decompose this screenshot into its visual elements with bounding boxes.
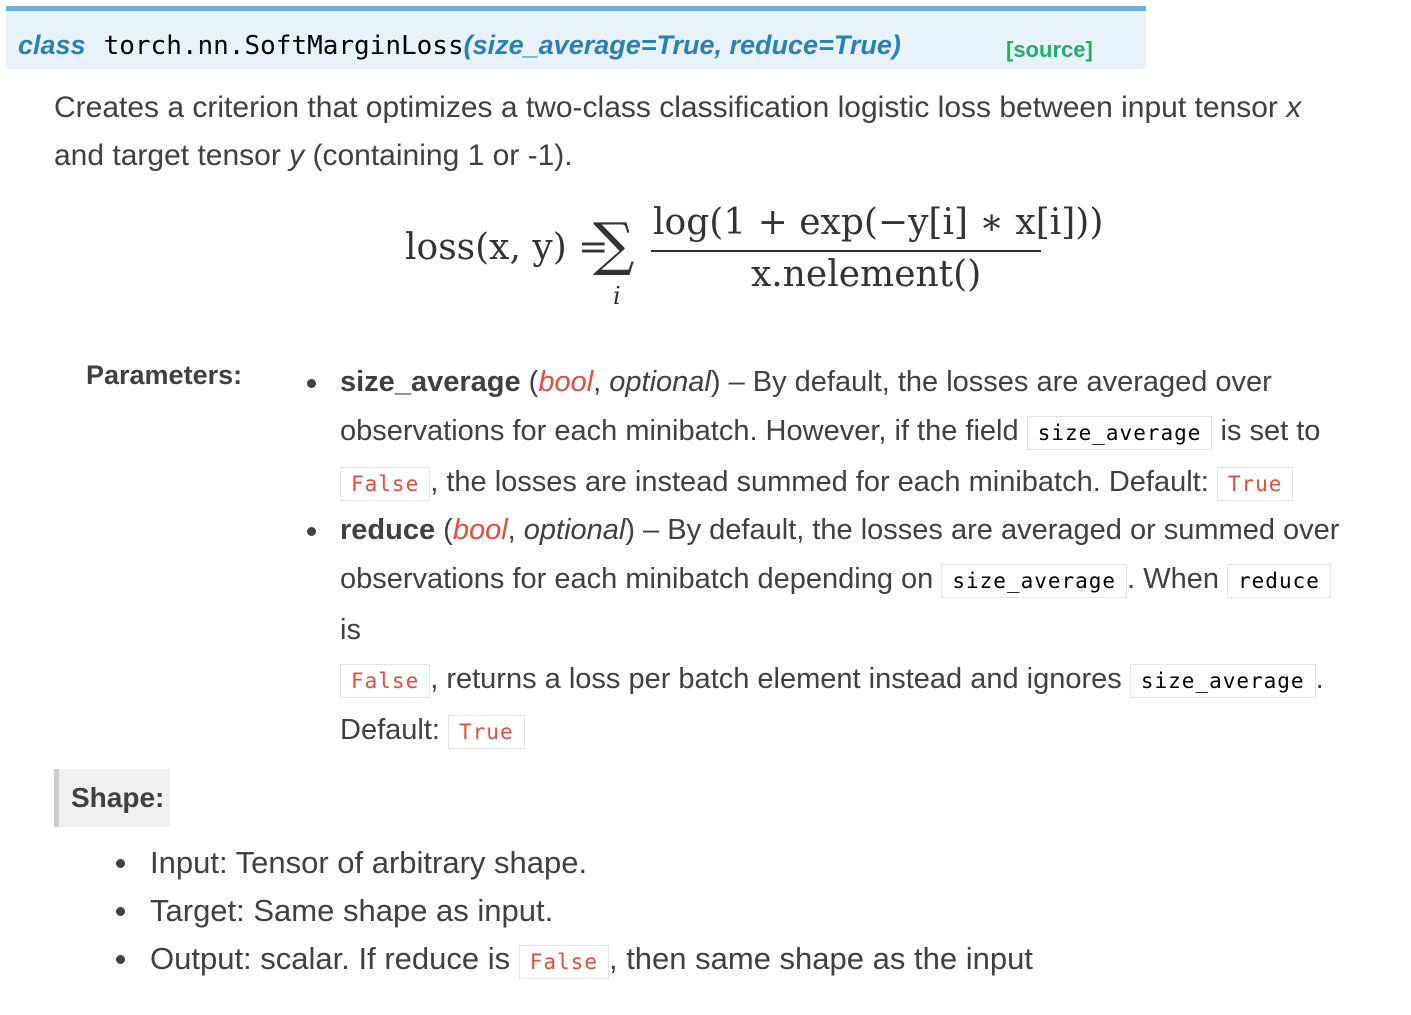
- shape-item-target: Target: Same shape as input.: [150, 893, 554, 928]
- code-literal: False: [518, 945, 609, 979]
- param-desc: ) – By default, the losses are averaged …: [625, 514, 1340, 546]
- shape-item-output: Output: scalar. If reduce is False, then…: [150, 935, 1033, 986]
- param-line: size_average (bool, optional) – By defau…: [340, 366, 1272, 398]
- description-text-2: and target tensor: [54, 139, 290, 172]
- param-line: Default: True: [340, 706, 1350, 757]
- code-literal: False: [340, 467, 431, 501]
- param-desc: .: [1315, 663, 1324, 695]
- param-optional: optional: [523, 514, 626, 546]
- bullet-icon: [116, 955, 125, 964]
- param-desc: ) – By default, the losses are averaged …: [710, 366, 1272, 398]
- param-type-link[interactable]: bool: [538, 366, 593, 398]
- param-name: size_average: [340, 366, 521, 398]
- close-paren: ): [891, 30, 901, 60]
- param-line: reduce (bool, optional) – By default, th…: [340, 514, 1340, 546]
- formula-lhs: loss(x, y) =: [405, 227, 609, 268]
- formula-numerator: log(1 + exp(−y[i] ∗ x[i])): [653, 202, 1104, 243]
- shape-heading: Shape:: [54, 769, 170, 827]
- param-desc: Default:: [340, 714, 440, 746]
- param-desc: is: [340, 614, 361, 646]
- bullet-icon: [307, 379, 316, 388]
- signature-params: size_average=True, reduce=True: [472, 30, 892, 60]
- description-text-3: (containing 1 or -1).: [304, 139, 573, 172]
- var-x: x: [1286, 91, 1302, 124]
- param-desc: is set to: [1220, 415, 1321, 447]
- class-name: torch.nn.SoftMarginLoss: [103, 31, 464, 61]
- open-paren: (: [463, 30, 473, 60]
- param-desc: observations for each minibatch dependin…: [340, 563, 934, 595]
- param-line: False, returns a loss per batch element …: [340, 655, 1350, 706]
- bullet-icon: [116, 907, 125, 916]
- class-signature: class torch.nn.SoftMarginLoss(size_averag…: [6, 6, 1146, 69]
- param-type-link[interactable]: bool: [453, 514, 508, 546]
- shape-output-text: , then same shape as the input: [608, 941, 1033, 976]
- bullet-icon: [116, 859, 125, 868]
- var-y: y: [289, 139, 305, 172]
- code-literal: True: [448, 715, 525, 749]
- code-literal: False: [340, 664, 431, 698]
- parameters-label: Parameters:: [86, 360, 243, 390]
- fraction-bar: [651, 250, 1041, 252]
- param-name: reduce: [340, 514, 436, 546]
- param-size-average: size_average (bool, optional) – By defau…: [340, 358, 1350, 509]
- class-description: Creates a criterion that optimizes a two…: [54, 84, 1374, 180]
- bullet-icon: [307, 527, 316, 536]
- param-line: observations for each minibatch. However…: [340, 407, 1350, 458]
- param-optional: optional: [609, 366, 711, 398]
- code-literal: size_average: [1026, 416, 1213, 450]
- param-desc: , the losses are instead summed for each…: [430, 466, 1209, 498]
- code-literal: True: [1216, 467, 1294, 501]
- loss-formula: loss(x, y) = ∑ i log(1 + exp(−y[i] ∗ x[i…: [405, 200, 1103, 320]
- param-line: observations for each minibatch dependin…: [340, 555, 1350, 655]
- code-literal: reduce: [1227, 564, 1331, 598]
- signature-line: class torch.nn.SoftMarginLoss(size_averag…: [18, 27, 901, 64]
- formula-denominator: x.nelement(): [751, 254, 982, 295]
- description-text-1: Creates a criterion that optimizes a two…: [54, 91, 1287, 124]
- param-desc: . When: [1127, 563, 1219, 595]
- shape-output-text: Output: scalar. If reduce is: [150, 941, 511, 976]
- sum-subscript: i: [613, 282, 621, 310]
- shape-item-input: Input: Tensor of arbitrary shape.: [150, 845, 588, 880]
- code-literal: size_average: [1129, 664, 1316, 698]
- class-keyword: class: [18, 30, 86, 60]
- param-line: False, the losses are instead summed for…: [340, 458, 1350, 509]
- sum-symbol: ∑: [593, 210, 635, 278]
- code-literal: size_average: [941, 564, 1128, 598]
- param-desc: observations for each minibatch. However…: [340, 415, 1019, 447]
- param-desc: , returns a loss per batch element inste…: [430, 663, 1122, 695]
- param-reduce: reduce (bool, optional) – By default, th…: [340, 506, 1350, 757]
- source-link[interactable]: [source]: [1006, 37, 1093, 63]
